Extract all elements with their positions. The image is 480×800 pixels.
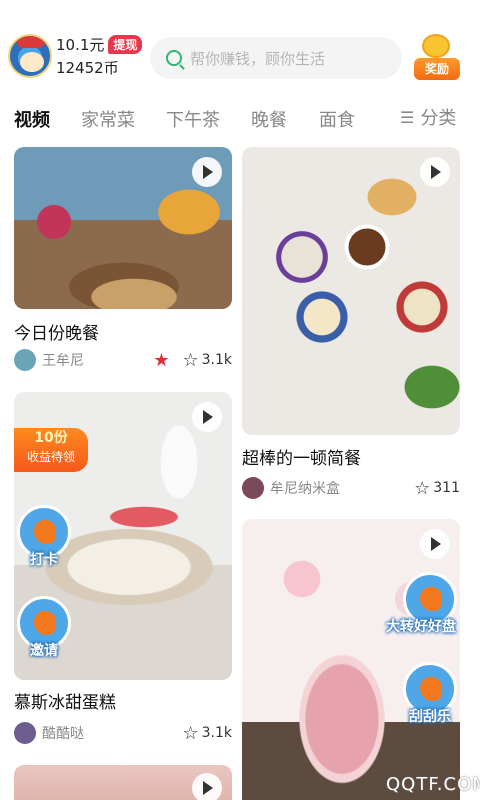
search-icon — [166, 50, 182, 66]
menu-lines-icon: ☰ — [400, 107, 415, 127]
card-meta: 牟尼纳米盒 ☆ 311 — [242, 477, 460, 499]
coin-count: 12452币 — [56, 59, 119, 77]
tab-afternoon-tea[interactable]: 下午茶 — [166, 106, 220, 132]
header: 10.1元 提现 12452币 帮你赚钱，顾你生活 奖励 — [0, 28, 480, 88]
star-icon: ☆ — [182, 722, 199, 744]
video-thumbnail — [242, 147, 460, 435]
author-name: 王牟尼 — [42, 353, 84, 369]
wheel-label: 大转好好盘 — [386, 619, 456, 635]
badge-subtext: 收益待领 — [26, 450, 75, 464]
tab-dinner[interactable]: 晚餐 — [251, 106, 287, 132]
video-thumbnail — [242, 519, 460, 800]
likes-value: 3.1k — [201, 725, 232, 741]
avatar-hat — [16, 36, 46, 48]
card-title: 慕斯冰甜蛋糕 — [14, 693, 116, 713]
withdraw-button[interactable]: 提现 — [108, 34, 143, 54]
badge-amount: 10份 — [34, 430, 68, 446]
like-count[interactable]: ★ ☆ 3.1k — [153, 350, 232, 371]
category-label: 分类 — [420, 108, 457, 129]
checkin-button[interactable]: 打卡 — [16, 505, 72, 575]
search-placeholder: 帮你赚钱，顾你生活 — [190, 49, 326, 68]
checkin-label: 打卡 — [30, 552, 58, 568]
like-count[interactable]: ☆ 3.1k — [182, 723, 232, 744]
category-tabs: 视频 家常菜 下午茶 晚餐 面食 ☰ 分类 — [0, 100, 480, 138]
invite-button[interactable]: 邀请 — [16, 596, 72, 666]
card-meta: 酷酷哒 ☆ 3.1k — [14, 722, 232, 744]
scratch-label: 刮刮乐 — [409, 709, 451, 725]
star-icon: ☆ — [414, 477, 431, 499]
balance-amount: 10.1元 — [56, 35, 105, 54]
card-title: 超棒的一顿简餐 — [242, 449, 361, 469]
wheel-button[interactable]: 大转好好盘 — [386, 572, 458, 642]
like-count[interactable]: ☆ 311 — [414, 478, 460, 499]
play-icon — [420, 157, 450, 187]
reward-button[interactable]: 奖励 — [412, 32, 462, 82]
hot-icon: ★ — [153, 349, 170, 371]
reward-label: 奖励 — [414, 58, 460, 80]
search-input[interactable]: 帮你赚钱，顾你生活 — [150, 37, 402, 79]
balance-row: 10.1元 提现 — [56, 34, 143, 54]
tab-noodles[interactable]: 面食 — [319, 106, 355, 132]
user-avatar[interactable] — [8, 34, 52, 78]
likes-value: 3.1k — [201, 352, 232, 368]
author-name: 酷酷哒 — [42, 726, 84, 742]
wallet[interactable]: 10.1元 提现 12452币 — [56, 34, 143, 78]
play-icon — [192, 402, 222, 432]
tabs-fade — [380, 100, 400, 138]
card-title: 今日份晚餐 — [14, 324, 99, 344]
author-avatar — [14, 722, 36, 744]
author-avatar — [242, 477, 264, 499]
reward-badge[interactable]: 10份 收益待领 — [14, 428, 88, 472]
play-icon — [192, 773, 222, 800]
play-icon — [192, 157, 222, 187]
likes-value: 311 — [433, 480, 460, 496]
card-meta: 王牟尼 ★ ☆ 3.1k — [14, 349, 232, 371]
author-avatar — [14, 349, 36, 371]
category-button[interactable]: ☰ 分类 — [400, 104, 456, 130]
star-icon: ☆ — [182, 349, 199, 371]
coin-icon — [422, 34, 450, 58]
scratch-button[interactable]: 刮刮乐 — [402, 662, 458, 732]
play-icon — [420, 529, 450, 559]
author-name: 牟尼纳米盒 — [270, 481, 340, 497]
tab-home-cooking[interactable]: 家常菜 — [81, 106, 135, 132]
invite-label: 邀请 — [30, 643, 58, 659]
avatar-face — [20, 52, 44, 72]
tab-video[interactable]: 视频 — [14, 106, 50, 132]
watermark: QQTF.COM — [386, 774, 480, 795]
